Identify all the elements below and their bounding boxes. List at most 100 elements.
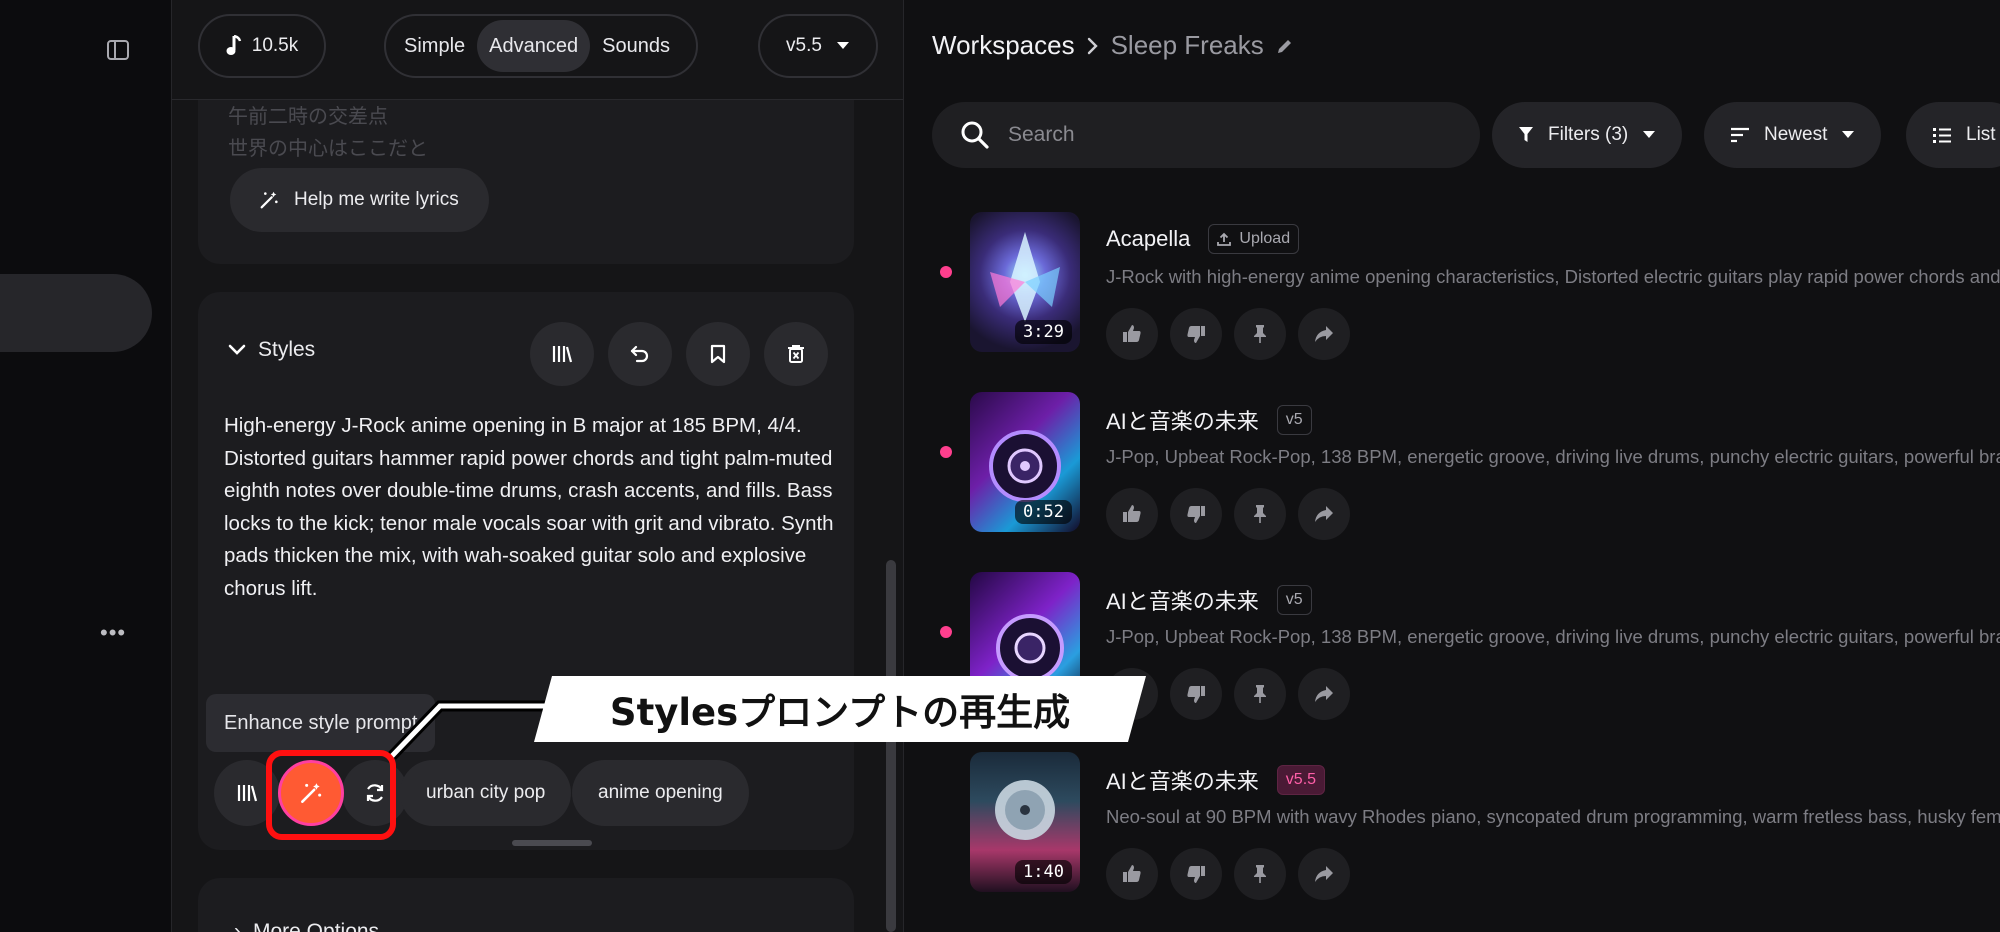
help-write-lyrics-button[interactable]: Help me write lyrics <box>230 168 489 232</box>
caret-down-icon <box>1643 131 1656 138</box>
pin-button[interactable] <box>1234 488 1286 540</box>
lyrics-text[interactable]: 午前二時の交差点 世界の中心はここだと <box>228 100 428 164</box>
list-icon <box>1933 128 1951 143</box>
thumbs-down-icon <box>1187 326 1205 343</box>
mode-advanced[interactable]: Advanced <box>477 20 591 72</box>
pin-icon <box>1254 865 1266 883</box>
annotation-highlight-box <box>266 750 396 840</box>
share-button[interactable] <box>1298 848 1350 900</box>
song-duration: 1:40 <box>1015 860 1072 884</box>
share-icon <box>1315 866 1333 882</box>
share-button[interactable] <box>1298 668 1350 720</box>
mode-simple[interactable]: Simple <box>392 20 477 72</box>
song-actions <box>1106 308 1350 360</box>
resize-handle[interactable] <box>512 840 592 846</box>
like-button[interactable] <box>1106 308 1158 360</box>
like-button[interactable] <box>1106 488 1158 540</box>
lyrics-line: 世界の中心はここだと <box>228 136 428 160</box>
create-scrollbar[interactable] <box>886 560 896 932</box>
version-select[interactable]: v5.5 <box>758 14 878 78</box>
song-cover[interactable]: 1:40 <box>970 752 1080 892</box>
dislike-button[interactable] <box>1170 308 1222 360</box>
song-cover[interactable]: 0:52 <box>970 392 1080 532</box>
song-badge: Upload <box>1208 224 1300 254</box>
new-indicator-dot <box>940 626 952 638</box>
thumbs-down-icon <box>1187 866 1205 883</box>
song-title[interactable]: AIと音楽の未来 <box>1106 404 1259 436</box>
breadcrumb-workspaces[interactable]: Workspaces <box>932 30 1075 61</box>
library-icon <box>552 346 573 363</box>
thumbs-down-icon <box>1187 686 1205 703</box>
clear-styles-button[interactable] <box>764 322 828 386</box>
mode-switch: Simple Advanced Sounds <box>384 14 698 78</box>
pin-button[interactable] <box>1234 848 1286 900</box>
song-badge: v5.5 <box>1276 765 1326 795</box>
song-title[interactable]: AIと音楽の未来 <box>1106 584 1259 616</box>
bookmark-button[interactable] <box>686 322 750 386</box>
new-indicator-dot <box>940 266 952 278</box>
pin-button[interactable] <box>1234 668 1286 720</box>
song-description: J-Rock with high-energy anime opening ch… <box>1106 266 2000 287</box>
more-dots-icon[interactable]: ••• <box>100 620 126 646</box>
trash-icon <box>788 345 804 363</box>
thumbs-up-icon <box>1123 325 1141 342</box>
pin-button[interactable] <box>1234 308 1286 360</box>
style-library-button[interactable] <box>530 322 594 386</box>
enhance-tooltip: Enhance style prompt <box>206 694 436 752</box>
view-label: List <box>1966 124 1996 145</box>
style-chip[interactable]: urban city pop <box>400 760 572 826</box>
more-options-card[interactable]: › More Options <box>198 878 854 932</box>
song-row[interactable]: 3:29 Acapella Upload J-Rock with high-en… <box>924 202 2000 362</box>
song-title-row: AIと音楽の未来 v5.5 <box>1106 764 1326 796</box>
song-cover[interactable]: 3:29 <box>970 212 1080 352</box>
breadcrumb: Workspaces Sleep Freaks <box>932 30 1294 61</box>
song-actions <box>1106 488 1350 540</box>
annotation-label: Stylesプロンプトの再生成 <box>534 676 1146 742</box>
bookmark-icon <box>710 344 726 364</box>
chevron-right-icon <box>1087 37 1098 54</box>
song-row[interactable]: 1:40 AIと音楽の未来 v5.5 Neo-soul at 90 BPM wi… <box>924 742 2000 902</box>
song-title-row: Acapella Upload <box>1106 224 1300 254</box>
mode-sounds[interactable]: Sounds <box>590 20 682 72</box>
filters-button[interactable]: Filters (3) <box>1492 102 1683 168</box>
caret-down-icon <box>1842 131 1855 138</box>
dislike-button[interactable] <box>1170 488 1222 540</box>
dislike-button[interactable] <box>1170 668 1222 720</box>
share-button[interactable] <box>1298 308 1350 360</box>
search-input[interactable]: Search <box>932 102 1480 168</box>
search-placeholder: Search <box>1008 123 1075 146</box>
song-title-row: AIと音楽の未来 v5 <box>1106 584 1312 616</box>
thumbs-up-icon <box>1123 865 1141 882</box>
song-badge: v5 <box>1276 405 1312 435</box>
credits-count: 10.5k <box>251 35 299 56</box>
undo-button[interactable] <box>608 322 672 386</box>
caret-down-icon <box>836 42 849 49</box>
sort-button[interactable]: Newest <box>1704 102 1882 168</box>
styles-title: Styles <box>258 338 316 361</box>
pencil-icon[interactable] <box>1276 37 1294 55</box>
sidebar-toggle-icon[interactable] <box>106 38 130 62</box>
song-description: J-Pop, Upbeat Rock-Pop, 138 BPM, energet… <box>1106 446 2000 467</box>
styles-prompt-text[interactable]: High-energy J-Rock anime opening in B ma… <box>224 410 834 605</box>
song-title[interactable]: Acapella <box>1106 226 1190 252</box>
left-rail: ••• <box>0 0 172 932</box>
style-chip[interactable]: anime opening <box>572 760 749 826</box>
share-button[interactable] <box>1298 488 1350 540</box>
song-row[interactable]: 0:52 AIと音楽の未来 v5 J-Pop, Upbeat Rock-Pop,… <box>924 382 2000 542</box>
dislike-button[interactable] <box>1170 848 1222 900</box>
chevron-down-icon <box>228 344 246 355</box>
filter-icon <box>1519 127 1533 142</box>
credits-pill[interactable]: 10.5k <box>198 14 326 78</box>
share-icon <box>1315 686 1333 702</box>
like-button[interactable] <box>1106 848 1158 900</box>
sidebar-active-item[interactable] <box>0 274 152 352</box>
sort-label: Newest <box>1764 124 1828 145</box>
share-icon <box>1315 326 1333 342</box>
song-title-row: AIと音楽の未来 v5 <box>1106 404 1312 436</box>
styles-header[interactable]: Styles <box>228 338 315 362</box>
song-title[interactable]: AIと音楽の未来 <box>1106 764 1259 796</box>
undo-icon <box>630 345 649 363</box>
view-toggle-button[interactable]: List <box>1906 102 2000 168</box>
pin-icon <box>1254 325 1266 343</box>
song-badge: v5 <box>1276 585 1312 615</box>
